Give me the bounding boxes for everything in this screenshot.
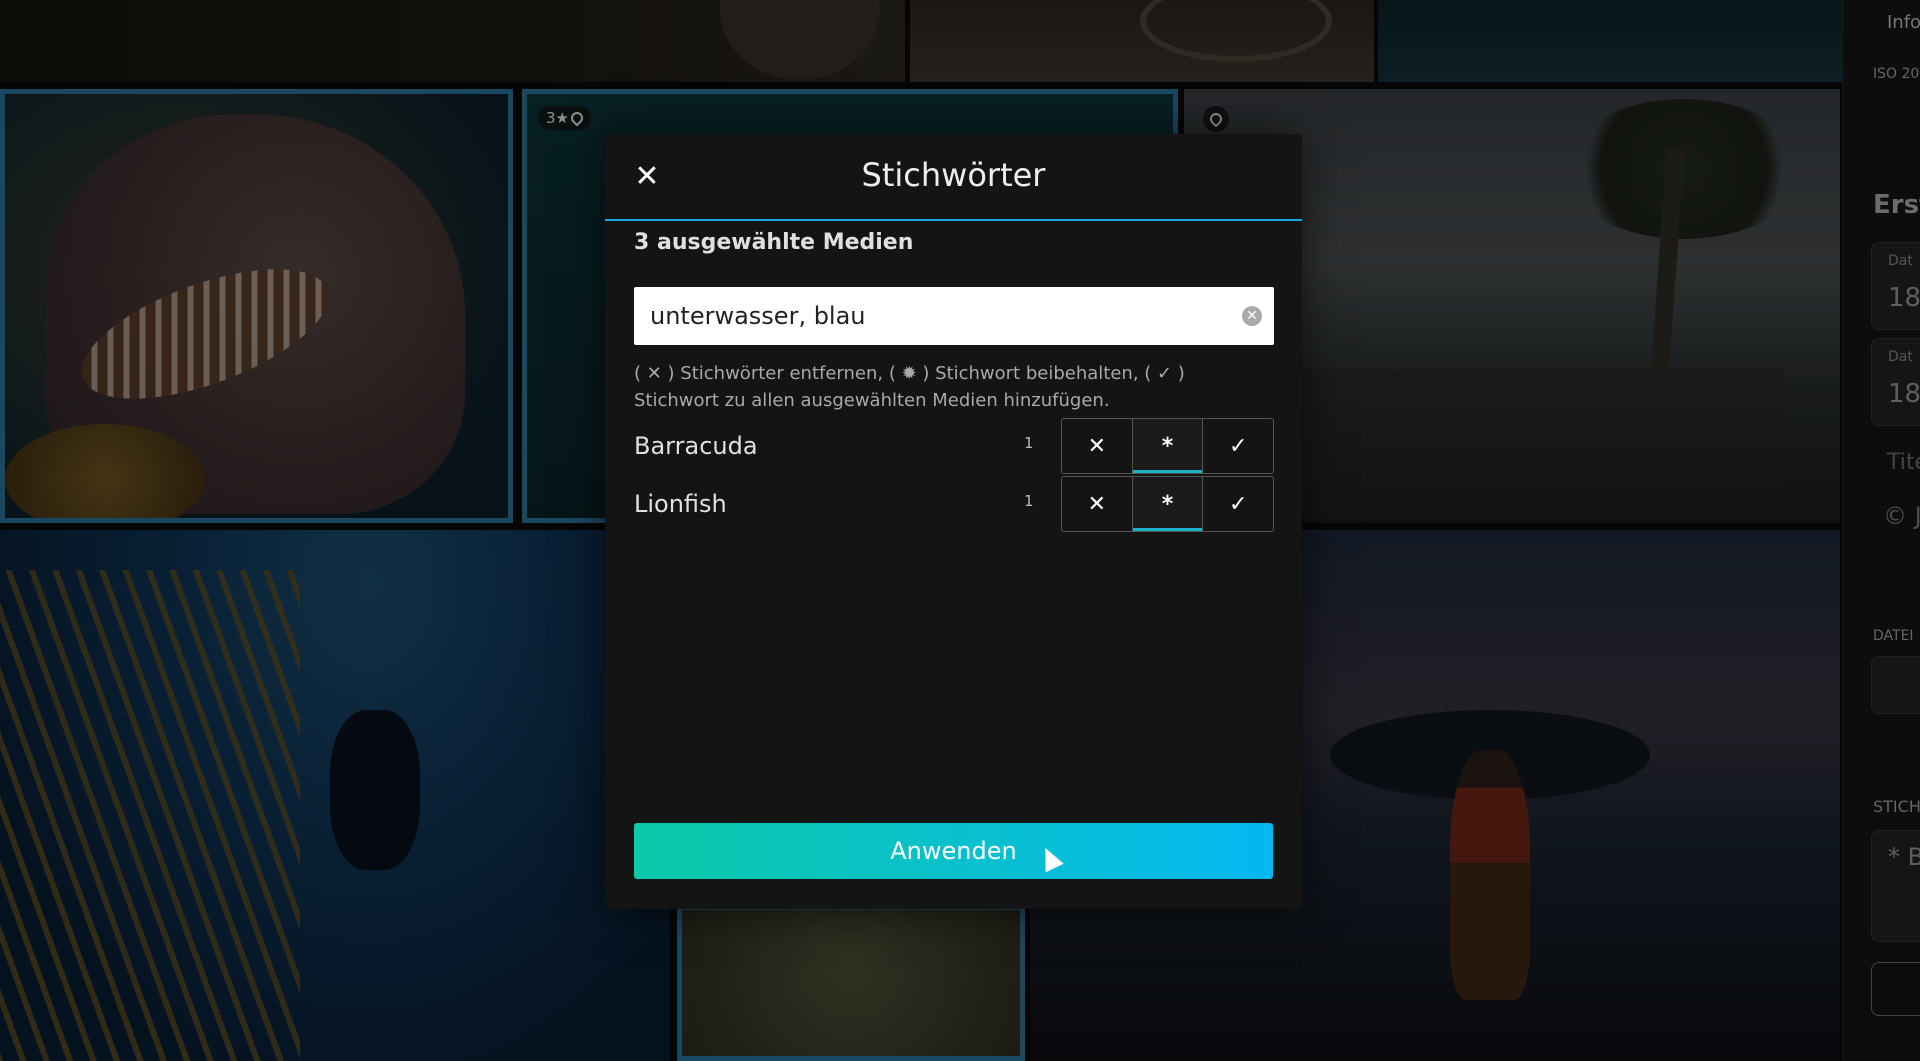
- clear-circle-icon[interactable]: ✕: [1242, 306, 1262, 326]
- keyword-name: Lionfish: [634, 490, 727, 518]
- file-field[interactable]: [1871, 656, 1920, 714]
- section-title: Erste: [1873, 190, 1920, 220]
- date-field[interactable]: Dat 18: [1871, 338, 1920, 426]
- apply-button[interactable]: Anwenden: [634, 823, 1273, 879]
- help-text: ( ✕ ) Stichwörter entfernen, ( ✹ ) Stich…: [634, 363, 1185, 411]
- keywords-dialog: ✕ Stichwörter 3 ausgewählte Medien ✕ ( ✕…: [605, 134, 1302, 909]
- keyword-option-group: ✕ * ✓: [1061, 418, 1274, 474]
- keyword-input[interactable]: [650, 287, 1210, 345]
- selected-media-count: 3 ausgewählte Medien: [634, 230, 914, 255]
- remove-keyword-button[interactable]: ✕: [1062, 477, 1132, 531]
- panel-button[interactable]: [1871, 962, 1920, 1016]
- iso-value: ISO 20: [1873, 66, 1920, 82]
- keyword-option-group: ✕ * ✓: [1061, 476, 1274, 532]
- dialog-title: Stichwörter: [861, 156, 1046, 194]
- keywords-field[interactable]: * Ba: [1871, 830, 1920, 942]
- dialog-header: ✕ Stichwörter: [605, 134, 1302, 221]
- keywords-section-label: STICH: [1873, 797, 1920, 816]
- keep-keyword-button[interactable]: *: [1131, 477, 1203, 531]
- date-field-value: 18: [1888, 283, 1920, 313]
- copyright-field[interactable]: © J: [1883, 502, 1920, 530]
- keyword-name: Barracuda: [634, 432, 758, 460]
- title-field[interactable]: Tite: [1887, 450, 1920, 475]
- keep-keyword-button[interactable]: *: [1131, 419, 1203, 473]
- add-keyword-button[interactable]: ✓: [1202, 477, 1273, 531]
- info-panel: Info ISO 20 Erste Dat 18 Dat 18 Tite © J…: [1842, 0, 1920, 1061]
- date-field-label: Dat: [1888, 349, 1913, 365]
- add-keyword-button[interactable]: ✓: [1202, 419, 1273, 473]
- remove-keyword-button[interactable]: ✕: [1062, 419, 1132, 473]
- date-field-label: Dat: [1888, 253, 1913, 269]
- keyword-entry: * Ba: [1888, 843, 1920, 871]
- info-tab[interactable]: Info: [1887, 12, 1920, 33]
- keyword-row: Lionfish 1 ✕ * ✓: [634, 476, 1274, 532]
- date-field-value: 18: [1888, 379, 1920, 409]
- file-section-label: DATEI: [1873, 628, 1914, 644]
- keyword-count: 1: [1024, 492, 1034, 510]
- date-field[interactable]: Dat 18: [1871, 242, 1920, 330]
- keyword-input-wrapper: ✕: [634, 287, 1274, 345]
- keyword-row: Barracuda 1 ✕ * ✓: [634, 418, 1274, 474]
- keyword-count: 1: [1024, 434, 1034, 452]
